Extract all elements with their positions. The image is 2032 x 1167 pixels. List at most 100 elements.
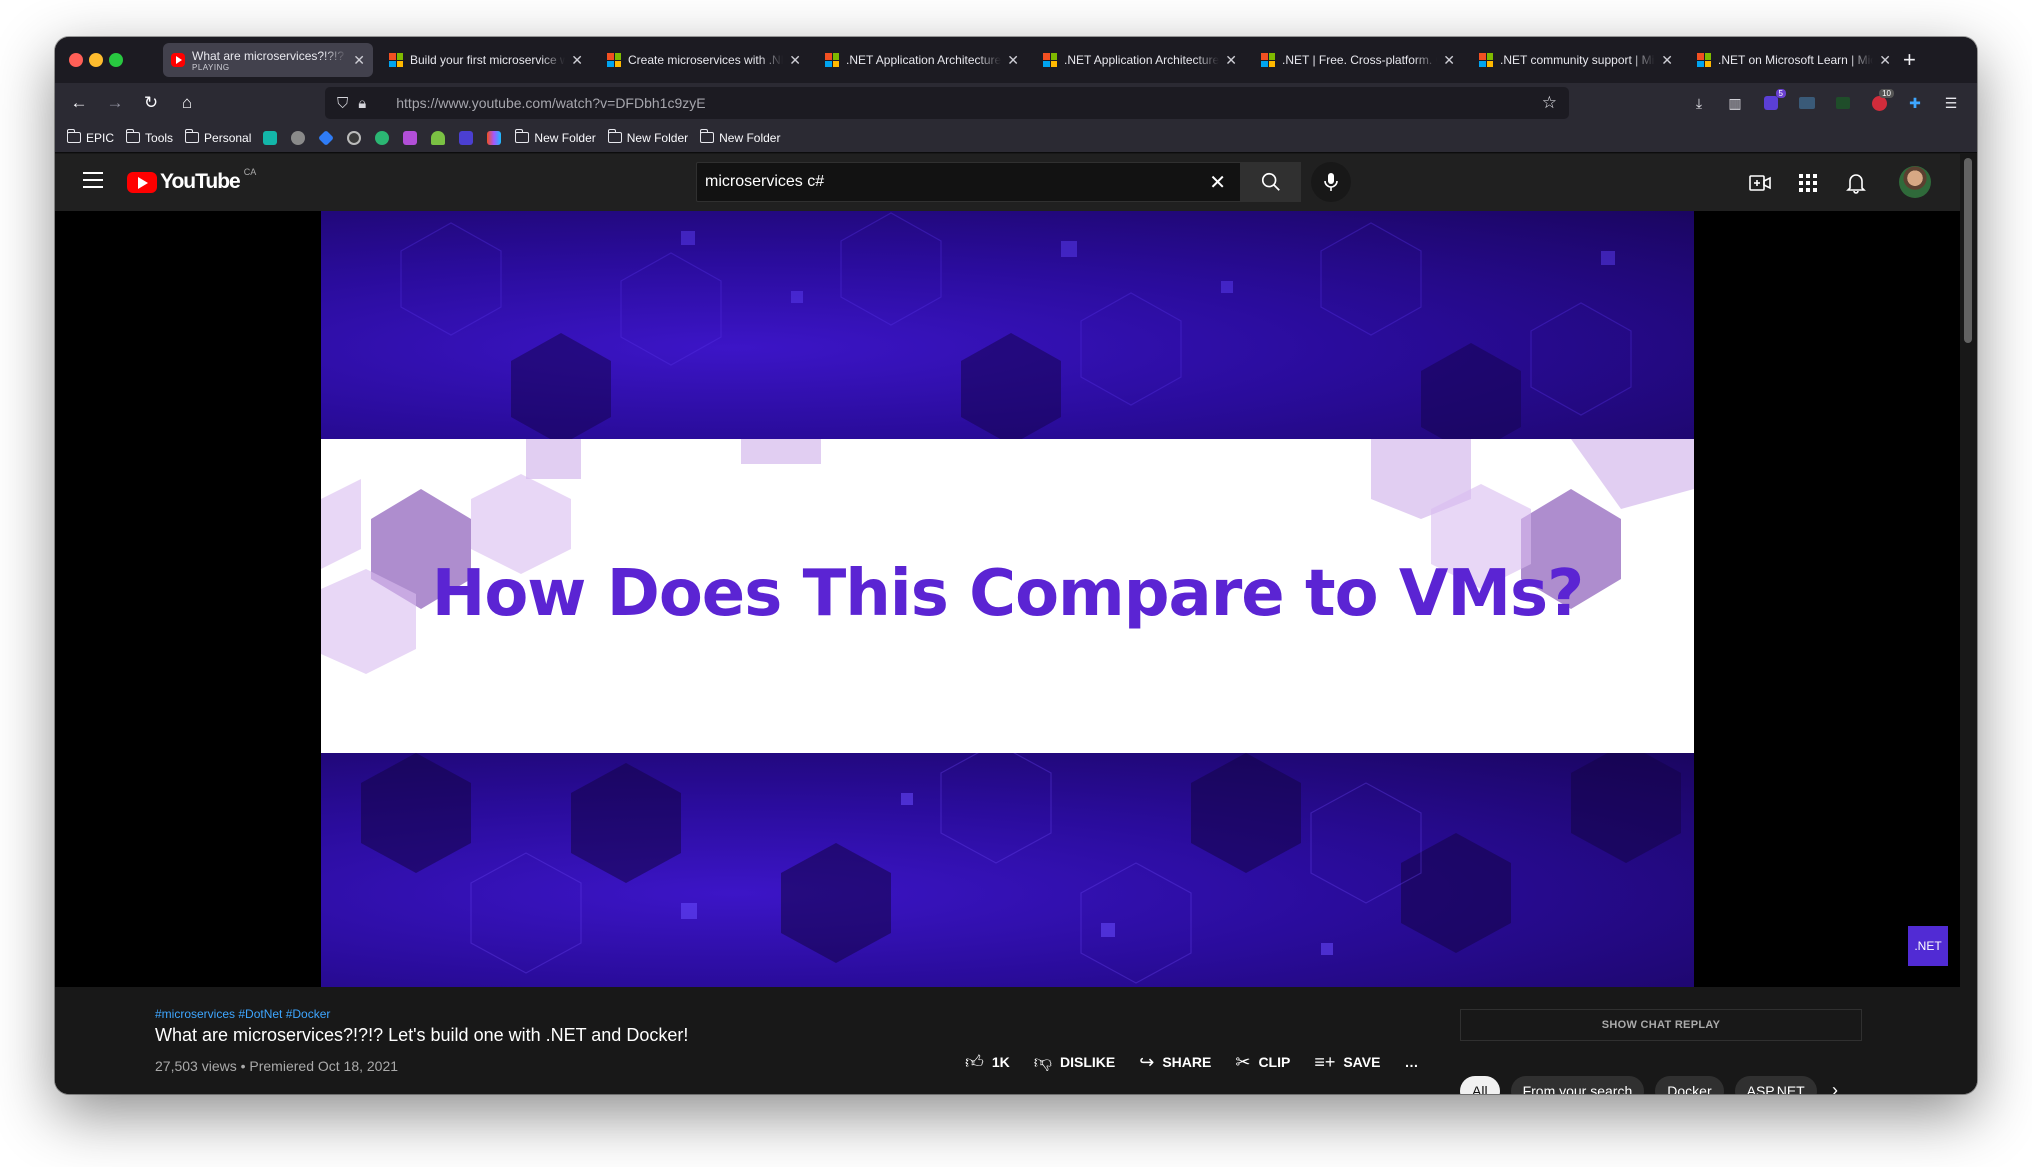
chevron-right-icon[interactable]: › xyxy=(1832,1080,1838,1094)
home-icon[interactable]: ⌂ xyxy=(175,91,199,115)
tab-youtube[interactable]: What are microservices?!?!? Let's build … xyxy=(163,43,373,77)
video-hashtags[interactable]: #microservices #DotNet #Docker xyxy=(155,1007,330,1021)
clear-search-icon[interactable]: ✕ xyxy=(1209,170,1226,195)
bookmark-new-folder-2[interactable]: New Folder xyxy=(607,129,688,145)
apple-icon[interactable] xyxy=(291,130,306,145)
close-tab-icon[interactable]: ✕ xyxy=(1443,52,1455,69)
more-actions-button[interactable]: … xyxy=(1404,1054,1418,1070)
close-tab-icon[interactable]: ✕ xyxy=(571,52,583,69)
folder-icon xyxy=(185,129,200,143)
extension-dots-icon[interactable] xyxy=(1797,93,1817,113)
tab-title: .NET on Microsoft Learn | Microsoft xyxy=(1718,53,1874,67)
tab-create-microservices[interactable]: Create microservices with .NET and ASP.N… xyxy=(599,43,809,77)
new-tab-button[interactable]: + xyxy=(1903,47,1916,73)
bookmark-new-folder-1[interactable]: New Folder xyxy=(515,129,596,145)
close-window-button[interactable] xyxy=(69,53,83,67)
tab-title: .NET community support | Microsoft xyxy=(1500,53,1656,67)
close-tab-icon[interactable]: ✕ xyxy=(789,52,801,69)
scissors-icon: ✂ xyxy=(1235,1051,1251,1072)
adblock-icon[interactable]: 10 xyxy=(1869,89,1894,113)
bookmark-star-icon[interactable]: ☆ xyxy=(1542,93,1557,113)
close-tab-icon[interactable]: ✕ xyxy=(1225,52,1237,69)
search-box: ✕ xyxy=(696,162,1241,202)
chip-from-your-search[interactable]: From your search xyxy=(1510,1076,1645,1094)
url-text[interactable]: https://www.youtube.com/watch?v=DFDbh1c9… xyxy=(396,95,705,111)
share-button[interactable]: ↪ SHARE xyxy=(1139,1052,1211,1073)
thumbs-down-icon: 👎︎ xyxy=(1033,1052,1052,1072)
tab-dotnet-home[interactable]: .NET | Free. Cross-platform. Open Source… xyxy=(1253,43,1463,77)
menu-icon[interactable]: ☰ xyxy=(1941,93,1961,113)
tab-community-support[interactable]: .NET community support | Microsoft ✕ xyxy=(1471,43,1681,77)
microsoft-icon xyxy=(607,53,621,67)
like-button[interactable]: 👍︎ 1K xyxy=(965,1051,1010,1073)
create-video-icon[interactable] xyxy=(1747,170,1773,196)
close-tab-icon[interactable]: ✕ xyxy=(353,52,365,69)
github-icon[interactable] xyxy=(347,130,362,145)
show-chat-replay-button[interactable]: SHOW CHAT REPLAY xyxy=(1460,1009,1862,1041)
tab-title: .NET Application Architecture Guides xyxy=(846,53,1002,67)
extension-green-icon[interactable] xyxy=(1833,93,1853,113)
folder-icon xyxy=(67,129,81,143)
tab-architecture-1[interactable]: .NET Application Architecture Guides ✕ xyxy=(817,43,1027,77)
apps-grid-icon[interactable] xyxy=(1795,170,1821,196)
close-tab-icon[interactable]: ✕ xyxy=(1661,52,1673,69)
page-scrollbar[interactable] xyxy=(1960,154,1977,1094)
tracking-shield-icon[interactable]: ⛉ xyxy=(337,95,348,112)
avatar[interactable] xyxy=(1899,166,1931,198)
voice-search-button[interactable] xyxy=(1311,162,1351,202)
dislike-button[interactable]: 👎︎ DISLIKE xyxy=(1034,1051,1116,1073)
chip-all[interactable]: All xyxy=(1460,1076,1500,1094)
zoom-window-button[interactable] xyxy=(109,53,123,67)
minimize-window-button[interactable] xyxy=(89,53,103,67)
close-tab-icon[interactable]: ✕ xyxy=(1007,52,1019,69)
more-icon: … xyxy=(1404,1054,1419,1070)
video-player[interactable]: How Does This Compare to VMs? .NET xyxy=(55,211,1960,987)
search-button[interactable] xyxy=(1241,162,1301,202)
video-info-panel: #microservices #DotNet #Docker What are … xyxy=(55,987,1960,1094)
bookmark-new-folder-3[interactable]: New Folder xyxy=(700,129,780,145)
extension-purple-icon[interactable]: 5 xyxy=(1761,89,1786,113)
bookmark-teal-icon[interactable] xyxy=(263,130,278,145)
bookmark-folder-epic[interactable]: EPIC xyxy=(67,129,114,145)
bookmark-folder-tools[interactable]: Tools xyxy=(126,129,173,145)
chip-docker[interactable]: Docker xyxy=(1655,1076,1724,1094)
back-icon[interactable]: ← xyxy=(67,91,91,115)
figma-icon[interactable] xyxy=(487,130,502,145)
tab-title: Create microservices with .NET and ASP.N… xyxy=(628,53,784,67)
lock-icon[interactable]: 🔒︎ xyxy=(358,95,366,112)
search-input[interactable] xyxy=(705,173,1185,191)
slide-content: How Does This Compare to VMs? xyxy=(321,439,1694,753)
youtube-icon xyxy=(171,53,185,67)
dotnet-watermark[interactable]: .NET xyxy=(1908,926,1948,966)
close-tab-icon[interactable]: ✕ xyxy=(1879,52,1891,69)
bookmark-w-icon[interactable] xyxy=(459,130,474,145)
bookmark-diamond-icon[interactable] xyxy=(318,129,335,146)
youtube-logo[interactable]: YouTube CA xyxy=(127,167,257,194)
chip-aspnet[interactable]: ASP.NET xyxy=(1734,1076,1817,1094)
like-count: 1K xyxy=(991,1054,1010,1070)
bookmark-green-icon[interactable] xyxy=(375,130,390,145)
bookmark-leaf-icon[interactable] xyxy=(431,130,446,145)
bookmark-magenta-icon[interactable] xyxy=(403,130,418,145)
scrollbar-thumb[interactable] xyxy=(1964,158,1972,343)
folder-icon xyxy=(515,129,530,143)
thumbs-up-icon: 👍︎ xyxy=(965,1052,984,1072)
reader-view-icon[interactable]: ▥ xyxy=(1725,93,1745,113)
clip-button[interactable]: ✂ CLIP xyxy=(1235,1052,1290,1073)
downloads-icon[interactable]: ⤓ xyxy=(1689,93,1709,113)
notifications-bell-icon[interactable] xyxy=(1843,170,1869,196)
tab-microsoft-learn[interactable]: .NET on Microsoft Learn | Microsoft ✕ xyxy=(1689,43,1899,77)
country-code: CA xyxy=(243,167,257,177)
tab-build-microservice[interactable]: Build your first microservice with .NET … xyxy=(381,43,591,77)
hamburger-menu-icon[interactable] xyxy=(83,172,103,188)
extension-plus-icon[interactable]: ✚ xyxy=(1905,93,1925,113)
tab-architecture-2[interactable]: .NET Application Architecture Guides ✕ xyxy=(1035,43,1245,77)
bell-glyph xyxy=(1846,174,1866,194)
reload-icon[interactable]: ↻ xyxy=(139,91,163,115)
youtube-page: YouTube CA ✕ xyxy=(55,154,1977,1094)
save-button[interactable]: ≡+ SAVE xyxy=(1314,1052,1380,1073)
tab-playing-label: PLAYING xyxy=(192,62,230,72)
bookmark-folder-personal[interactable]: Personal xyxy=(185,129,251,145)
address-bar[interactable]: ⛉ 🔒︎ https://www.youtube.com/watch?v=DFD… xyxy=(325,87,1569,119)
forward-icon[interactable]: → xyxy=(103,91,127,115)
